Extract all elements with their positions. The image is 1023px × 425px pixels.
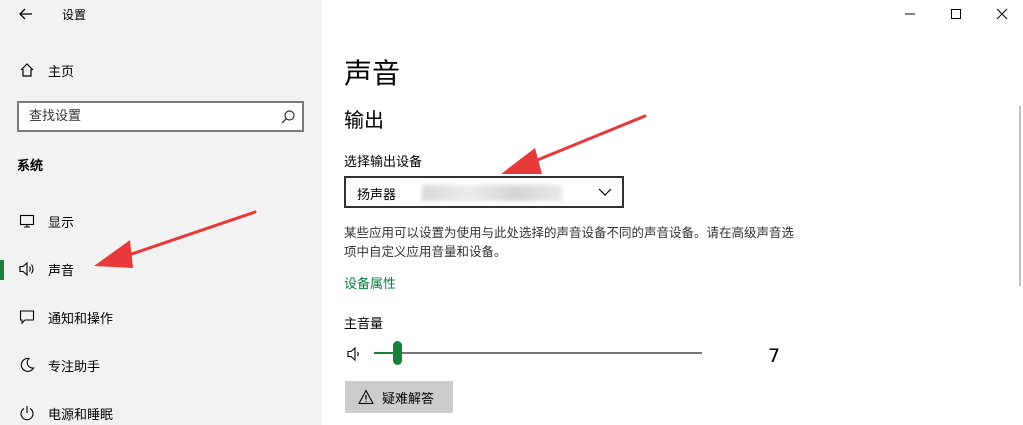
sidebar-item-notifications[interactable]: 通知和操作 xyxy=(0,299,322,335)
minimize-icon xyxy=(905,13,915,15)
sidebar-item-label: 显示 xyxy=(48,215,75,231)
sidebar-item-label: 主页 xyxy=(48,64,75,80)
device-properties-link[interactable]: 设备属性 xyxy=(344,273,396,292)
app-title: 设置 xyxy=(62,8,87,22)
volume-icon[interactable] xyxy=(346,345,364,363)
output-heading: 输出 xyxy=(344,108,384,132)
back-arrow-icon xyxy=(19,8,32,20)
sidebar-item-focus-assist[interactable]: 专注助手 xyxy=(0,347,322,383)
sidebar-item-label: 电源和睡眠 xyxy=(48,407,114,423)
sidebar-item-power[interactable]: 电源和睡眠 xyxy=(0,395,322,425)
back-button[interactable] xyxy=(12,2,40,26)
minimize-button[interactable] xyxy=(887,0,933,28)
warning-icon xyxy=(358,389,374,405)
search-box[interactable] xyxy=(17,101,304,132)
master-volume-slider[interactable] xyxy=(374,341,702,365)
sidebar-item-display[interactable]: 显示 xyxy=(0,203,322,239)
master-volume-label: 主音量 xyxy=(344,317,384,332)
redacted-device-detail xyxy=(422,185,562,201)
chevron-down-icon xyxy=(598,188,612,196)
help-text: 某些应用可以设置为使用与此处选择的声音设备不同的声音设备。请在高级声音选项中自定… xyxy=(344,225,795,259)
sidebar: 设置 主页 系统 显示 声音 通知和操作 专注助 xyxy=(0,0,322,425)
page-title: 声音 xyxy=(344,57,401,90)
speaker-icon xyxy=(18,260,36,278)
output-device-dropdown[interactable]: 扬声器 xyxy=(344,176,624,208)
sidebar-item-label: 专注助手 xyxy=(48,359,101,375)
maximize-icon xyxy=(951,9,961,19)
search-icon[interactable] xyxy=(280,109,296,125)
maximize-button[interactable] xyxy=(933,0,979,28)
selected-device-name: 扬声器 xyxy=(357,188,397,203)
sidebar-item-home[interactable]: 主页 xyxy=(0,52,322,88)
scrollbar[interactable] xyxy=(1019,106,1021,286)
notification-icon xyxy=(18,308,36,326)
power-icon xyxy=(18,404,36,422)
volume-value: 7 xyxy=(768,345,781,367)
home-icon xyxy=(18,61,36,79)
troubleshoot-label: 疑难解答 xyxy=(382,390,435,406)
main-content: 声音 输出 选择输出设备 扬声器 某些应用可以设置为使用与此处选择的声音设备不同… xyxy=(322,0,1023,425)
section-title: 系统 xyxy=(17,159,44,174)
display-icon xyxy=(18,212,36,230)
output-device-label: 选择输出设备 xyxy=(344,155,423,170)
search-input[interactable] xyxy=(19,103,269,130)
volume-slider-thumb[interactable] xyxy=(393,341,402,365)
moon-icon xyxy=(18,356,36,374)
sidebar-item-label: 声音 xyxy=(48,263,75,279)
close-icon xyxy=(996,8,1008,20)
sidebar-item-sound[interactable]: 声音 xyxy=(0,251,322,287)
troubleshoot-button[interactable]: 疑难解答 xyxy=(345,381,453,413)
close-button[interactable] xyxy=(979,0,1023,28)
sidebar-item-label: 通知和操作 xyxy=(48,311,114,327)
